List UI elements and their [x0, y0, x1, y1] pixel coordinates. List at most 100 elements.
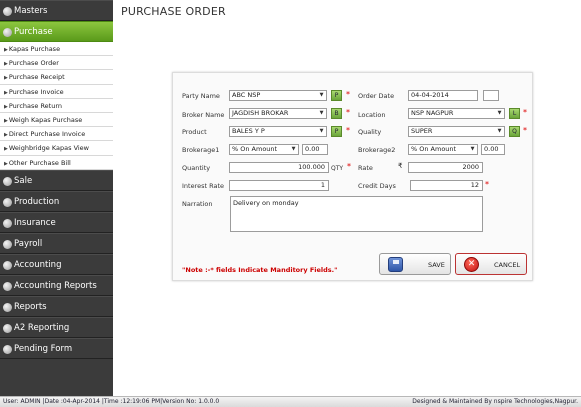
nav-accounting[interactable]: Accounting — [0, 253, 113, 275]
reports-icon — [3, 302, 12, 312]
submenu-label: Purchase Invoice — [8, 87, 64, 96]
status-session-info: User: ADMIN |Date :04-Apr-2014 |Time :12… — [3, 398, 220, 405]
location-lookup-button[interactable]: L — [509, 108, 520, 119]
required-marker: * — [523, 126, 527, 135]
narration-textarea[interactable]: Delivery on monday — [230, 196, 483, 232]
party-lookup-button[interactable]: P — [331, 90, 342, 101]
submenu-weigh-kapas-purchase[interactable]: ▶Weigh Kapas Purchase — [0, 112, 113, 128]
nav-insurance[interactable]: Insurance — [0, 211, 113, 233]
submenu-purchase-receipt[interactable]: ▶Purchase Receipt — [0, 70, 113, 85]
brokerage2-type-select[interactable]: % On Amount ▼ — [408, 144, 478, 155]
arrow-right-icon: ▶ — [4, 146, 8, 153]
required-marker: * — [485, 180, 489, 189]
location-label: Location — [358, 111, 386, 119]
arrow-right-icon: ▶ — [4, 75, 8, 82]
submenu-label: Purchase Return — [8, 101, 63, 110]
interest-rate-label: Interest Rate — [182, 182, 225, 190]
required-marker: * — [346, 126, 350, 135]
broker-lookup-button[interactable]: B — [331, 108, 342, 119]
quality-select[interactable]: SUPER ▼ — [408, 126, 505, 137]
order-date-label: Order Date — [358, 92, 395, 100]
brokerage1-field[interactable]: 0.00 — [302, 144, 328, 155]
required-marker: * — [346, 108, 350, 117]
save-icon — [388, 257, 403, 272]
submenu-kapas-purchase[interactable]: ▶Kapas Purchase — [0, 42, 113, 57]
interest-rate-field[interactable]: 1 — [229, 180, 329, 191]
nav-purchase[interactable]: Purchase — [0, 21, 113, 42]
nav-reports[interactable]: Reports — [0, 295, 113, 317]
broker-name-select[interactable]: JAGDISH BROKAR ▼ — [229, 108, 327, 119]
rupee-icon: ₹ — [398, 162, 403, 170]
cancel-button[interactable]: ✕ CANCEL — [455, 253, 527, 275]
product-lookup-button[interactable]: P — [331, 126, 342, 137]
location-select[interactable]: NSP NAGPUR ▼ — [408, 108, 505, 119]
submenu-purchase-order[interactable]: ▶Purchase Order — [0, 56, 113, 71]
chevron-down-icon: ▼ — [319, 110, 324, 116]
nav-sale[interactable]: Sale — [0, 169, 113, 191]
location-value: NSP NAGPUR — [411, 109, 454, 117]
brokerage2-field[interactable]: 0.00 — [481, 144, 505, 155]
close-icon: ✕ — [464, 257, 479, 272]
mandatory-note: "Note :-* fields Indicate Manditory Fiel… — [182, 266, 338, 274]
nav-insurance-label: Insurance — [14, 217, 56, 228]
submenu-weighbridge-kapas-view[interactable]: ▶Weighbridge Kapas View — [0, 141, 113, 156]
required-marker: * — [346, 90, 350, 99]
submenu-purchase-invoice[interactable]: ▶Purchase Invoice — [0, 84, 113, 99]
submenu-label: Weighbridge Kapas View — [8, 144, 89, 153]
submenu-direct-purchase-invoice[interactable]: ▶Direct Purchase Invoice — [0, 127, 113, 142]
brokerage1-label: Brokerage1 — [182, 146, 220, 154]
nav-payroll-label: Payroll — [14, 238, 43, 249]
nav-payroll[interactable]: Payroll — [0, 232, 113, 254]
quantity-label: Quantity — [182, 164, 211, 172]
rate-field[interactable]: 2000 — [408, 162, 483, 173]
status-bar: User: ADMIN |Date :04-Apr-2014 |Time :12… — [0, 396, 581, 407]
save-button-label: SAVE — [428, 261, 445, 269]
broker-name-value: JAGDISH BROKAR — [232, 109, 289, 117]
save-button[interactable]: SAVE — [379, 253, 451, 275]
sidebar: Masters Purchase ▶Kapas Purchase ▶Purcha… — [0, 0, 113, 396]
product-value: BALES Y P — [232, 127, 265, 135]
submenu-purchase-return[interactable]: ▶Purchase Return — [0, 98, 113, 113]
chevron-down-icon: ▼ — [291, 146, 296, 152]
sale-icon — [3, 176, 12, 186]
nav-accounting-reports[interactable]: Accounting Reports — [0, 274, 113, 296]
nav-purchase-label: Purchase — [14, 27, 53, 37]
quantity-field[interactable]: 100.000 — [229, 162, 329, 173]
nav-a2-reporting[interactable]: A2 Reporting — [0, 316, 113, 338]
nav-accounting-reports-label: Accounting Reports — [14, 280, 97, 291]
brokerage1-type-select[interactable]: % On Amount ▼ — [229, 144, 299, 155]
nav-masters[interactable]: Masters — [0, 0, 113, 21]
party-name-label: Party Name — [182, 92, 220, 100]
submenu-label: Weigh Kapas Purchase — [8, 115, 83, 124]
quantity-unit: QTY — [331, 165, 344, 172]
narration-label: Narration — [182, 200, 213, 208]
insurance-icon — [3, 218, 12, 228]
purchase-submenu: ▶Kapas Purchase ▶Purchase Order ▶Purchas… — [0, 42, 113, 170]
chevron-down-icon: ▼ — [319, 92, 324, 98]
form-panel — [172, 72, 533, 281]
status-credits: Designed & Maintained By nspire Technolo… — [412, 398, 578, 405]
quality-value: SUPER — [411, 127, 433, 135]
required-marker: * — [523, 108, 527, 117]
credit-days-label: Credit Days — [358, 182, 396, 190]
nav-pending-form-label: Pending Form — [14, 343, 73, 354]
submenu-other-purchase-bill[interactable]: ▶Other Purchase Bill — [0, 155, 113, 170]
arrow-right-icon: ▶ — [4, 61, 8, 68]
quality-lookup-button[interactable]: Q — [509, 126, 520, 137]
order-date-field[interactable]: 04-04-2014 — [408, 90, 478, 101]
chevron-down-icon: ▼ — [497, 128, 502, 134]
chevron-down-icon: ▼ — [497, 110, 502, 116]
broker-name-label: Broker Name — [182, 111, 225, 119]
credit-days-field[interactable]: 12 — [410, 180, 483, 191]
brokerage1-type-value: % On Amount — [232, 145, 278, 153]
nav-pending-form[interactable]: Pending Form — [0, 337, 113, 359]
nav-reports-label: Reports — [14, 301, 47, 312]
accounting-icon — [3, 260, 12, 270]
calendar-button[interactable] — [483, 90, 499, 101]
product-select[interactable]: BALES Y P ▼ — [229, 126, 327, 137]
nav-production-label: Production — [14, 196, 60, 207]
party-name-select[interactable]: ABC NSP ▼ — [229, 90, 327, 101]
arrow-right-icon: ▶ — [4, 117, 8, 124]
nav-production[interactable]: Production — [0, 190, 113, 212]
nav-accounting-label: Accounting — [14, 259, 62, 270]
